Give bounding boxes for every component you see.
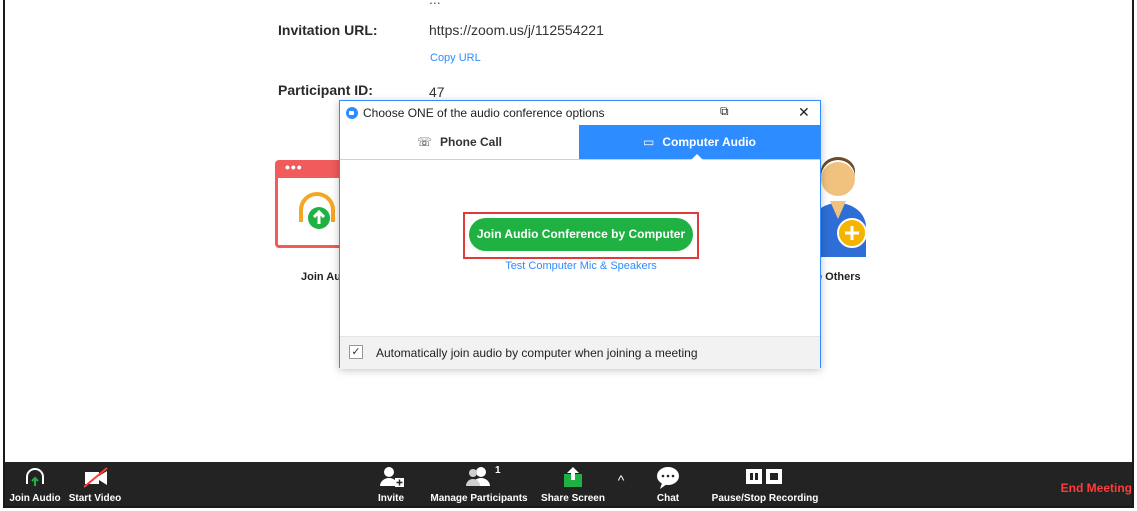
manage-participants-label: Manage Participants bbox=[430, 493, 528, 504]
invitation-url-value: https://zoom.us/j/112554221 bbox=[429, 22, 604, 38]
share-screen-button[interactable]: Share Screen bbox=[537, 462, 609, 506]
join-audio-option-label: Join Au bbox=[301, 271, 341, 283]
invitation-url-label: Invitation URL: bbox=[278, 22, 378, 38]
invite-button[interactable]: Invite bbox=[371, 462, 411, 506]
tab-computer-audio-label: Computer Audio bbox=[662, 135, 756, 149]
headphone-icon bbox=[299, 192, 335, 229]
dialog-title: Choose ONE of the audio conference optio… bbox=[363, 106, 605, 120]
share-options-button[interactable]: ^ bbox=[611, 462, 631, 506]
share-screen-label: Share Screen bbox=[541, 493, 605, 504]
audio-options-dialog: Choose ONE of the audio conference optio… bbox=[339, 100, 822, 369]
audio-tabs: ☏ Phone Call ▭ Computer Audio bbox=[340, 125, 820, 160]
pause-stop-recording-label: Pause/Stop Recording bbox=[711, 493, 819, 504]
join-audio-label: Join Audio bbox=[9, 493, 61, 504]
copy-url-link[interactable]: Copy URL bbox=[430, 52, 481, 64]
auto-join-checkbox[interactable]: ✓ bbox=[349, 345, 363, 359]
tab-phone-call[interactable]: ☏ Phone Call bbox=[340, 125, 579, 159]
participants-icon bbox=[466, 467, 490, 486]
share-screen-icon bbox=[564, 467, 582, 487]
manage-participants-button[interactable]: 1 Manage Participants bbox=[425, 462, 533, 506]
dialog-footer: ✓ Automatically join audio by computer w… bbox=[340, 336, 820, 369]
participant-count-badge: 1 bbox=[495, 465, 501, 476]
chevron-up-icon: ^ bbox=[617, 472, 625, 488]
phone-icon: ☏ bbox=[416, 135, 432, 149]
join-audio-button[interactable]: Join Audio bbox=[7, 462, 63, 506]
zoom-logo-icon bbox=[346, 107, 358, 119]
invite-label: Invite bbox=[377, 493, 405, 504]
laptop-icon: ▭ bbox=[643, 135, 655, 149]
meeting-toolbar: Join Audio Start Video Invite 1 Manage P… bbox=[5, 462, 1132, 506]
participant-id-value: 47 bbox=[429, 84, 445, 100]
test-mic-speakers-link[interactable]: Test Computer Mic & Speakers bbox=[340, 260, 822, 272]
chat-icon bbox=[657, 467, 679, 489]
meeting-window: ... Invitation URL: https://zoom.us/j/11… bbox=[3, 0, 1134, 508]
invite-icon bbox=[380, 467, 404, 487]
participant-id-label: Participant ID: bbox=[278, 82, 373, 98]
invite-others-option-label: e Others bbox=[816, 271, 861, 283]
video-off-icon bbox=[83, 467, 108, 488]
auto-join-label: Automatically join audio by computer whe… bbox=[376, 346, 698, 360]
headphone-join-icon bbox=[26, 468, 44, 486]
tab-phone-call-label: Phone Call bbox=[440, 135, 503, 149]
close-icon[interactable]: ✕ bbox=[798, 104, 810, 121]
window-dots-icon: ••• bbox=[285, 159, 303, 175]
start-video-label: Start Video bbox=[68, 493, 122, 504]
join-audio-by-computer-button[interactable]: Join Audio Conference by Computer bbox=[469, 218, 693, 251]
chat-button[interactable]: Chat bbox=[648, 462, 688, 506]
dialog-title-bar: Choose ONE of the audio conference optio… bbox=[340, 101, 820, 125]
end-meeting-button[interactable]: End Meeting bbox=[1061, 481, 1132, 495]
cut-off-text: ... bbox=[429, 0, 441, 7]
selected-tab-pointer bbox=[691, 154, 703, 160]
pause-stop-recording-button[interactable]: Pause/Stop Recording bbox=[705, 462, 825, 506]
popout-icon[interactable]: ⧉ bbox=[720, 104, 729, 119]
chat-label: Chat bbox=[656, 493, 680, 504]
start-video-button[interactable]: Start Video bbox=[67, 462, 123, 506]
pause-stop-icon bbox=[746, 469, 782, 484]
